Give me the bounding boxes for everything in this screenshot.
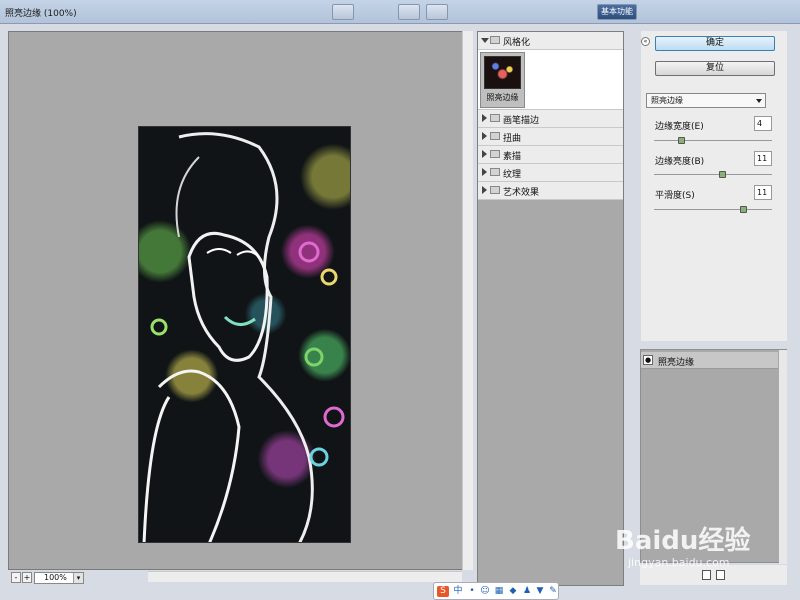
eye-icon[interactable]: ● (643, 355, 653, 365)
filter-group-label: 艺术效果 (503, 188, 540, 198)
expand-arrow-icon (482, 186, 487, 194)
chevron-down-icon (756, 99, 762, 103)
window-title: 照亮边缘 (100%) (5, 9, 77, 19)
reset-button[interactable]: 复位 (655, 61, 775, 76)
zoom-in-button[interactable]: + (22, 572, 32, 583)
folder-icon (490, 150, 500, 158)
ime-toolbar: S 中 • ☺ ▦ ◆ ♟ ▼ ✎ (433, 582, 559, 600)
watermark-url: jingyan.baidu.com (628, 556, 730, 569)
filter-group-label: 素描 (503, 152, 522, 162)
edge-brightness-slider[interactable] (654, 171, 772, 178)
wrench-icon[interactable]: ✎ (548, 586, 558, 597)
effect-layer-label: 照亮边缘 (658, 358, 695, 368)
filter-group-label: 扭曲 (503, 134, 522, 144)
preview-pane (8, 31, 473, 570)
expand-arrow-icon (482, 132, 487, 140)
filter-group-artistic[interactable]: 艺术效果 (478, 182, 623, 200)
folder-icon (490, 36, 500, 44)
expand-arrow-icon (481, 38, 489, 43)
keyboard-icon[interactable]: ▦ (494, 586, 504, 597)
folder-icon (490, 168, 500, 176)
screen-mode-icon[interactable] (398, 4, 420, 20)
extras-icon[interactable] (426, 4, 448, 20)
glowing-edges-art (142, 132, 345, 542)
smoothness-slider[interactable] (654, 206, 772, 213)
filter-select[interactable]: 照亮边缘 (646, 93, 766, 108)
filter-group-sketch[interactable]: 素描 (478, 146, 623, 164)
edge-width-slider[interactable] (654, 137, 772, 144)
filter-group-label: 画笔描边 (503, 116, 540, 126)
emoji-icon[interactable]: ☺ (480, 586, 490, 597)
watermark-brand: Baidu经验 (615, 526, 751, 556)
filter-browser: 风格化 照亮边缘 画笔描边 扭曲 素描 纹理 艺术效果 (477, 31, 624, 586)
preview-image (138, 126, 351, 543)
filter-group-label: 风格化 (503, 38, 531, 48)
filter-thumb-image (484, 56, 521, 89)
filter-group-stylize[interactable]: 风格化 (478, 32, 623, 50)
sogou-logo-icon[interactable]: S (437, 586, 449, 597)
punctuation-icon[interactable]: • (467, 586, 477, 597)
chevron-down-icon: ▾ (73, 573, 83, 583)
preview-horizontal-scrollbar[interactable] (148, 571, 462, 582)
filter-group-texture[interactable]: 纹理 (478, 164, 623, 182)
watermark: Baidu经验 jingyan.baidu.com (600, 520, 795, 580)
filter-group-label: 纹理 (503, 170, 522, 180)
effect-layer-row[interactable]: ● 照亮边缘 (641, 352, 778, 369)
shirt-icon[interactable]: ▼ (535, 586, 545, 597)
preview-vertical-scrollbar[interactable] (462, 31, 473, 570)
zoom-out-button[interactable]: - (11, 572, 21, 583)
filter-thumb-label: 照亮边缘 (486, 93, 519, 102)
folder-icon (490, 132, 500, 140)
slider-knob[interactable] (677, 137, 685, 144)
zoom-value: 100% (44, 573, 67, 582)
filter-thumb-glowing-edges[interactable]: 照亮边缘 (480, 52, 525, 108)
edge-width-input[interactable]: 4 (754, 116, 772, 131)
zoom-select[interactable]: 100% ▾ (34, 572, 84, 584)
expand-arrow-icon (482, 150, 487, 158)
filter-gallery-window: 照亮边缘 (100%) 基本功能 - + 100% ▾ 风格化 照亮边缘 画笔描… (0, 0, 800, 600)
collapse-icon[interactable]: « (641, 37, 650, 46)
smoothness-label: 平滑度(S) (655, 191, 695, 201)
expand-arrow-icon (482, 114, 487, 122)
slider-knob[interactable] (718, 171, 726, 178)
workspace-button[interactable]: 基本功能 (597, 4, 637, 20)
smoothness-input[interactable]: 11 (754, 185, 772, 200)
skin-icon[interactable]: ◆ (508, 586, 518, 597)
title-bar: 照亮边缘 (100%) 基本功能 (0, 0, 800, 24)
ok-button[interactable]: 确定 (655, 36, 775, 51)
expand-arrow-icon (482, 168, 487, 176)
edge-brightness-input[interactable]: 11 (754, 151, 772, 166)
slider-knob[interactable] (740, 206, 748, 213)
arrange-icon[interactable] (332, 4, 354, 20)
filter-thumbnails: 照亮边缘 (478, 50, 623, 110)
filter-group-brush-strokes[interactable]: 画笔描边 (478, 110, 623, 128)
filter-group-distort[interactable]: 扭曲 (478, 128, 623, 146)
folder-icon (490, 114, 500, 122)
user-icon[interactable]: ♟ (522, 586, 532, 597)
filter-select-value: 照亮边缘 (651, 96, 683, 105)
ime-lang[interactable]: 中 (453, 586, 463, 597)
edge-brightness-label: 边缘亮度(B) (655, 157, 705, 167)
folder-icon (490, 186, 500, 194)
edge-width-label: 边缘宽度(E) (655, 122, 704, 132)
